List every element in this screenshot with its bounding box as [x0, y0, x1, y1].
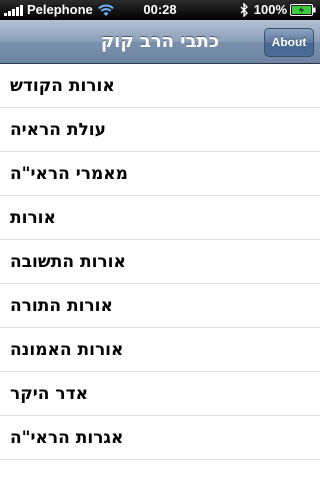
- list-item-label: עולת הראיה: [10, 120, 106, 140]
- battery-icon: [290, 4, 316, 16]
- bluetooth-icon: [240, 3, 248, 17]
- list-item[interactable]: אגרות הראי"ה: [0, 416, 320, 460]
- list-item-label: אורות: [10, 208, 56, 228]
- navigation-bar: כתבי הרב קוק About: [0, 20, 320, 64]
- app-screen: Pelephone 00:28 100% כתבי הרב קוק About: [0, 0, 320, 480]
- list-item[interactable]: אורות התשובה: [0, 240, 320, 284]
- status-bar: Pelephone 00:28 100%: [0, 0, 320, 20]
- list-item[interactable]: אורות: [0, 196, 320, 240]
- books-list[interactable]: אורות הקודש עולת הראיה מאמרי הראי"ה אורו…: [0, 64, 320, 480]
- status-right: 100%: [240, 2, 316, 18]
- list-item[interactable]: מאמרי הראי"ה: [0, 152, 320, 196]
- list-item[interactable]: עולת הראיה: [0, 108, 320, 152]
- list-item-label: אורות הקודש: [10, 76, 115, 96]
- list-item-label: ....: [10, 460, 36, 480]
- list-item-label: אורות התשובה: [10, 252, 126, 272]
- about-button[interactable]: About: [264, 28, 314, 57]
- list-item[interactable]: אדר היקר: [0, 372, 320, 416]
- list-item-label: אורות התורה: [10, 296, 113, 316]
- list-item-label: אגרות הראי"ה: [10, 428, 124, 448]
- battery-percent: 100%: [253, 2, 287, 17]
- list-item[interactable]: ....: [0, 460, 320, 480]
- list-item[interactable]: אורות התורה: [0, 284, 320, 328]
- list-item-label: אדר היקר: [10, 384, 88, 404]
- list-item-label: מאמרי הראי"ה: [10, 164, 128, 184]
- list-item[interactable]: אורות הקודש: [0, 64, 320, 108]
- list-item-label: אורות האמונה: [10, 340, 124, 360]
- list-item[interactable]: אורות האמונה: [0, 328, 320, 372]
- page-title: כתבי הרב קוק: [100, 31, 220, 52]
